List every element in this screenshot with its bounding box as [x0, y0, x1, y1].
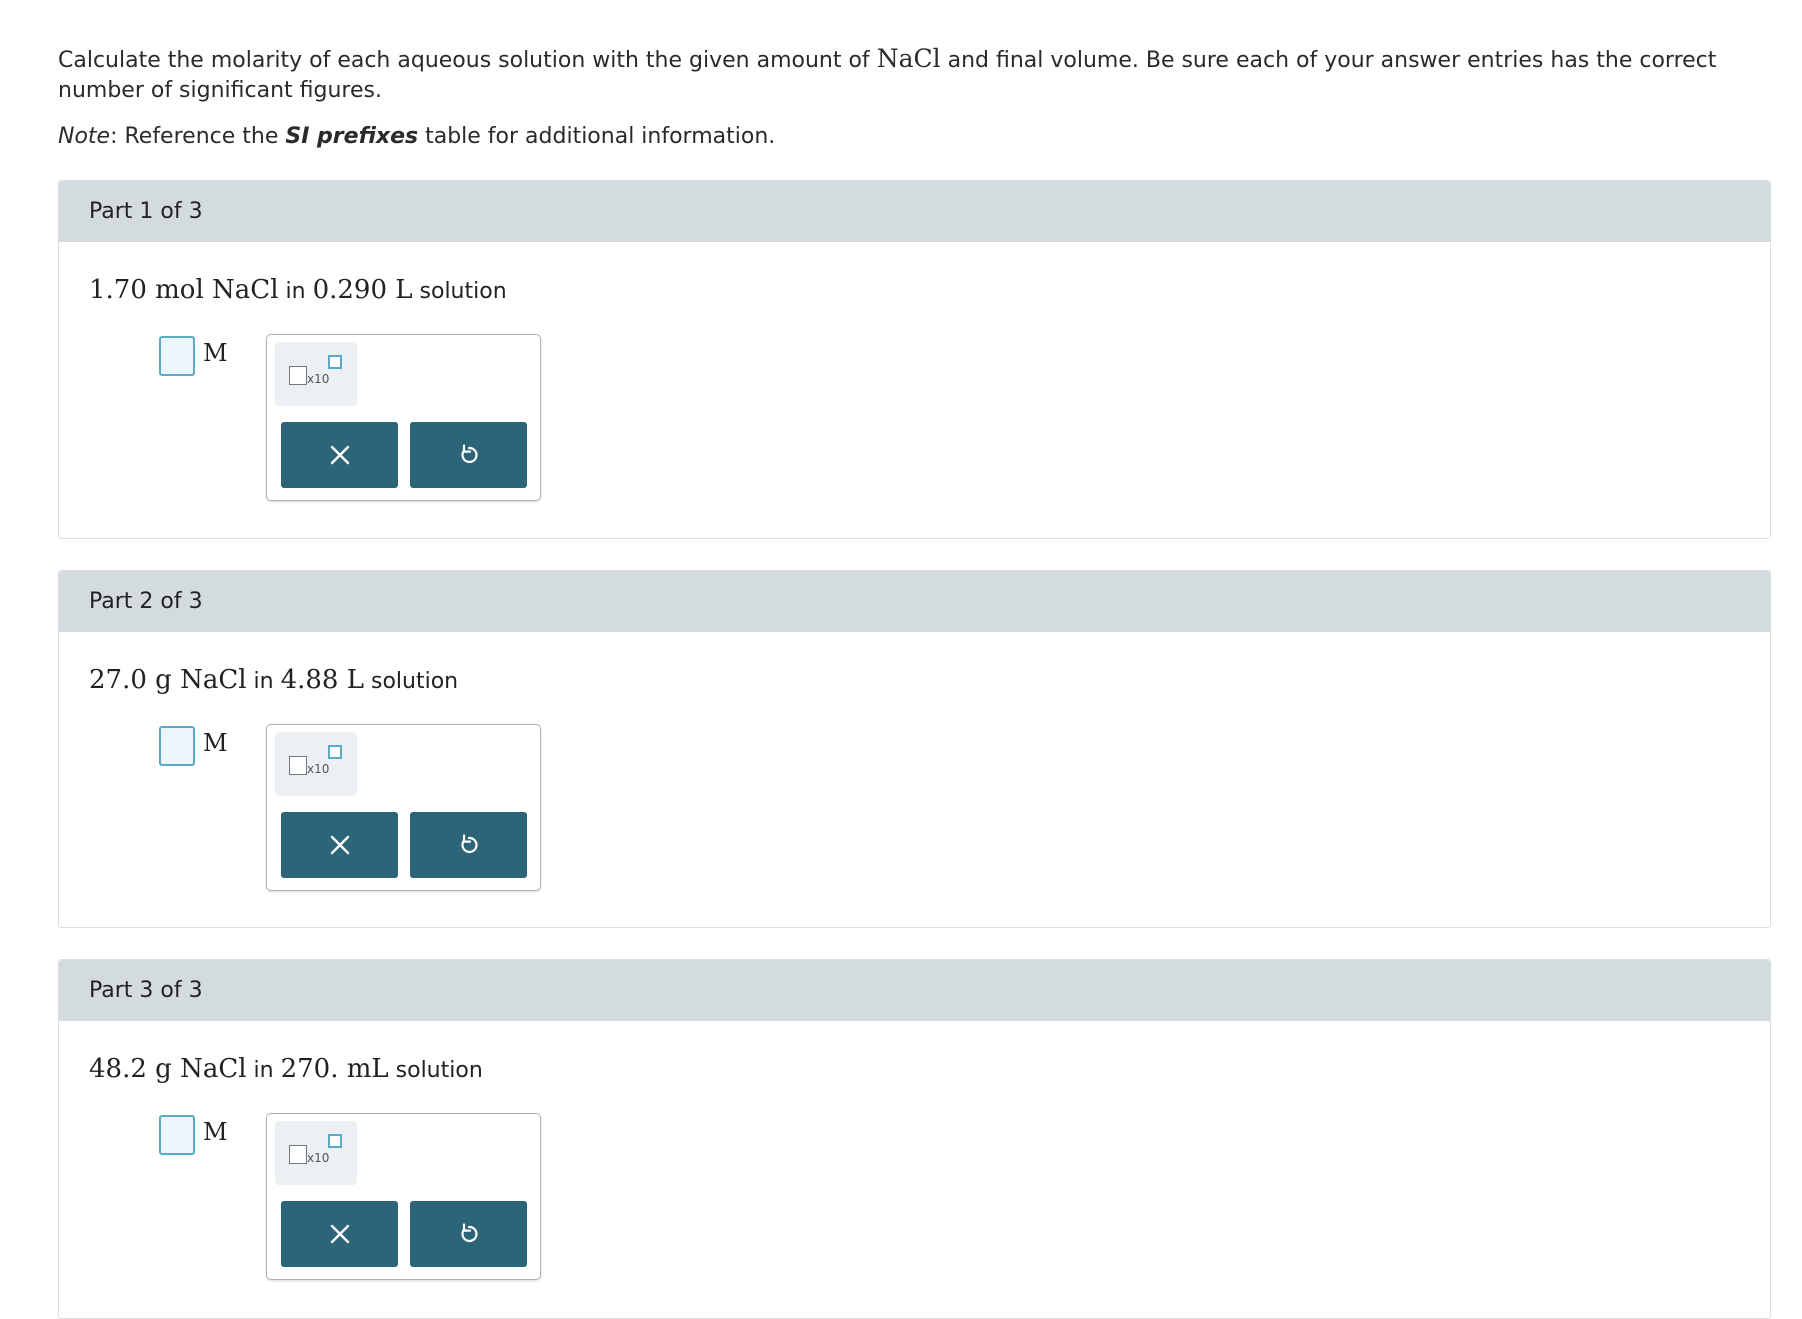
answer-input[interactable]	[159, 336, 195, 376]
x10-exponent-box	[328, 1134, 342, 1148]
undo-button[interactable]	[410, 422, 527, 488]
scientific-notation-button[interactable]: x10	[275, 342, 357, 406]
question-volume: 270. mL	[280, 1054, 389, 1084]
si-prefixes-link[interactable]: SI prefixes	[285, 124, 418, 149]
part-2: Part 2 of 3 27.0 g NaCl in 4.88 L soluti…	[58, 570, 1771, 928]
scientific-notation-button[interactable]: x10	[275, 1121, 357, 1185]
x10-label: x10	[307, 1151, 330, 1165]
question-connector: in	[278, 279, 313, 304]
answer-input[interactable]	[159, 1115, 195, 1155]
close-icon	[330, 445, 349, 465]
x10-exponent-box	[328, 745, 342, 759]
part-header: Part 1 of 3	[59, 181, 1770, 242]
note-label: Note	[58, 124, 111, 149]
part-header: Part 3 of 3	[59, 960, 1770, 1021]
unit-label: M	[203, 1118, 228, 1146]
part-question: 27.0 g NaCl in 4.88 L solution	[89, 665, 458, 695]
note: Note: Reference the SI prefixes table fo…	[58, 122, 775, 152]
x10-exponent-box	[328, 355, 342, 369]
unit-label: M	[203, 729, 228, 757]
part-question: 1.70 mol NaCl in 0.290 L solution	[89, 275, 507, 305]
answer-input[interactable]	[159, 726, 195, 766]
x10-base-box	[289, 1145, 307, 1164]
undo-button[interactable]	[410, 1201, 527, 1267]
question-suffix: solution	[412, 279, 507, 304]
close-icon	[330, 1224, 349, 1244]
question-amount: 27.0 g NaCl	[89, 665, 247, 695]
undo-icon	[460, 444, 478, 464]
x10-label: x10	[307, 762, 330, 776]
x10-label: x10	[307, 372, 330, 386]
x10-base-box	[289, 366, 307, 385]
note-text-end: table for additional information.	[418, 124, 776, 149]
answer-toolbox: x10	[266, 724, 541, 891]
x10-base-box	[289, 756, 307, 775]
scientific-notation-button[interactable]: x10	[275, 732, 357, 796]
clear-button[interactable]	[281, 812, 398, 878]
question-connector: in	[246, 1058, 281, 1083]
part-3: Part 3 of 3 48.2 g NaCl in 270. mL solut…	[58, 959, 1771, 1319]
part-header: Part 2 of 3	[59, 571, 1770, 632]
undo-button[interactable]	[410, 812, 527, 878]
note-text: : Reference the	[110, 124, 286, 149]
instructions-text: Calculate the molarity of each aqueous s…	[58, 48, 877, 73]
question-volume: 4.88 L	[280, 665, 364, 695]
answer-toolbox: x10	[266, 1113, 541, 1280]
question-volume: 0.290 L	[312, 275, 413, 305]
undo-icon	[460, 1223, 478, 1243]
undo-icon	[460, 834, 478, 854]
unit-label: M	[203, 339, 228, 367]
question-amount: 1.70 mol NaCl	[89, 275, 279, 305]
question-amount: 48.2 g NaCl	[89, 1054, 247, 1084]
instructions-compound: NaCl	[876, 44, 941, 73]
question-suffix: solution	[364, 669, 459, 694]
question-suffix: solution	[388, 1058, 483, 1083]
instructions: Calculate the molarity of each aqueous s…	[58, 44, 1768, 106]
close-icon	[330, 835, 349, 855]
answer-toolbox: x10	[266, 334, 541, 501]
clear-button[interactable]	[281, 1201, 398, 1267]
part-1: Part 1 of 3 1.70 mol NaCl in 0.290 L sol…	[58, 180, 1771, 539]
clear-button[interactable]	[281, 422, 398, 488]
part-question: 48.2 g NaCl in 270. mL solution	[89, 1054, 483, 1084]
question-connector: in	[246, 669, 281, 694]
